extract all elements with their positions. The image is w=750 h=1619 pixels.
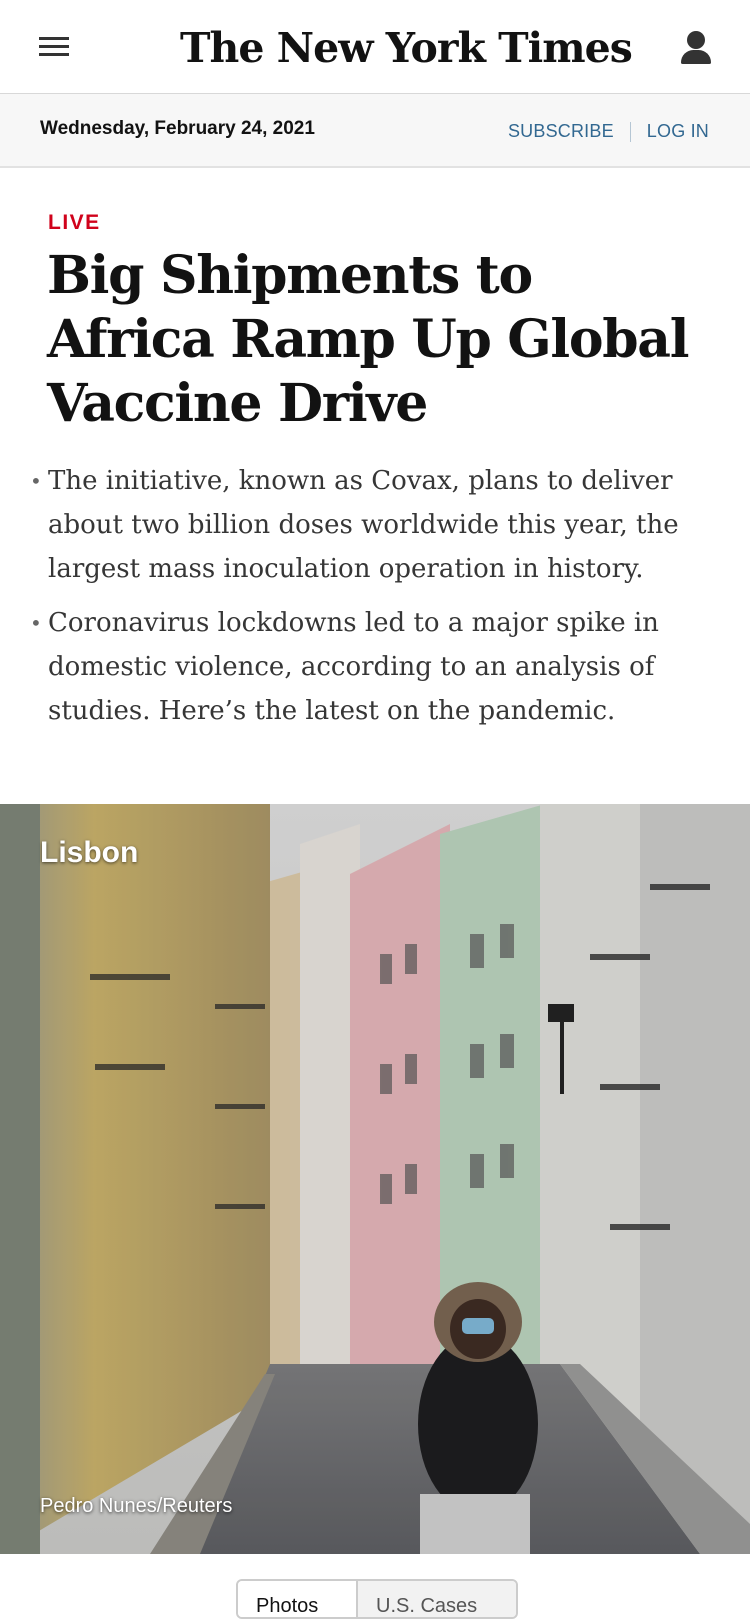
hamburger-menu-icon[interactable] — [39, 37, 69, 59]
summary-list: • The initiative, known as Covax, plans … — [0, 459, 750, 743]
summary-text: The initiative, known as Covax, plans to… — [48, 466, 679, 584]
tab-photos[interactable]: Photos — [238, 1581, 358, 1617]
masthead: The New York Times — [0, 0, 750, 94]
bullet-icon: • — [30, 611, 42, 635]
subscribe-link[interactable]: SUBSCRIBE — [508, 121, 614, 142]
nyt-logo[interactable]: The New York Times — [180, 18, 633, 78]
bullet-icon: • — [30, 469, 42, 493]
date-bar: Wednesday, February 24, 2021 SUBSCRIBE L… — [0, 94, 750, 168]
summary-item: • Coronavirus lockdowns led to a major s… — [0, 601, 750, 733]
headline[interactable]: Big Shipments to Africa Ramp Up Global V… — [47, 244, 707, 436]
person-icon[interactable] — [678, 28, 714, 68]
link-divider — [629, 121, 631, 142]
summary-item: • The initiative, known as Covax, plans … — [0, 459, 750, 591]
street-scene-image — [0, 804, 750, 1554]
photo-credit: Pedro Nunes/Reuters — [40, 1495, 233, 1517]
auth-links: SUBSCRIBE LOG IN — [508, 121, 709, 142]
tab-us-cases[interactable]: U.S. Cases — [358, 1581, 516, 1617]
current-date: Wednesday, February 24, 2021 — [40, 118, 315, 139]
media-tabs: Photos U.S. Cases — [236, 1579, 518, 1619]
live-label: LIVE — [48, 211, 101, 234]
summary-text: Coronavirus lockdowns led to a major spi… — [48, 608, 659, 726]
login-link[interactable]: LOG IN — [647, 121, 709, 142]
photo-location-label: Lisbon — [40, 836, 139, 869]
lead-photo[interactable] — [0, 804, 750, 1554]
